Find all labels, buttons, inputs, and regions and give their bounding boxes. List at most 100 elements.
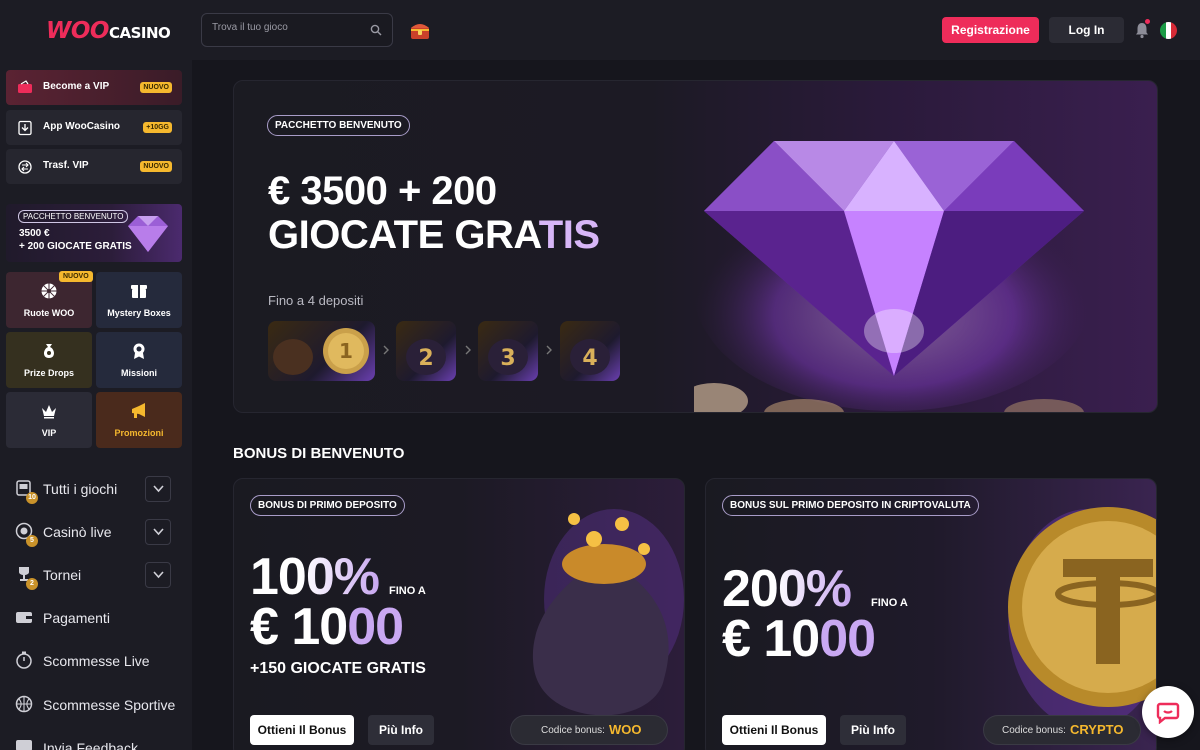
nav-label: Pagamenti	[43, 610, 110, 626]
chevron-right-icon	[465, 345, 471, 355]
count-badge: 2	[26, 578, 38, 590]
nav-tournaments[interactable]: 2 Tornei	[14, 562, 179, 590]
wallet-icon	[16, 612, 32, 623]
welcome-package-hero[interactable]: PACCHETTO BENVENUTO € 3500 + 200 GIOCATE…	[233, 80, 1158, 413]
hero-title-line2-a: GIOCATE GRA	[268, 213, 539, 257]
bonus-amount: € 1000	[722, 609, 876, 669]
login-button[interactable]: Log In	[1049, 17, 1124, 43]
bonus-code-pill[interactable]: Codice bonus: WOO	[510, 715, 668, 745]
download-icon	[18, 120, 32, 136]
bonus-amount-a: € 10	[250, 598, 348, 656]
hero-subtitle: Fino a 4 depositi	[268, 293, 364, 308]
tile-label: Missioni	[120, 368, 157, 378]
stopwatch-icon	[16, 651, 32, 669]
promo-label: Become a VIP	[43, 81, 110, 92]
search-box[interactable]	[201, 13, 393, 47]
nav-send-feedback[interactable]: Invia Feedback	[14, 735, 179, 750]
coin-bag-icon: 1	[273, 328, 369, 375]
expand-button[interactable]	[145, 476, 171, 502]
medal-icon	[133, 343, 145, 359]
tile-missions[interactable]: Missioni	[96, 332, 182, 388]
days-badge: +10GG	[143, 122, 172, 133]
register-button[interactable]: Registrazione	[942, 17, 1039, 43]
treasure-chest-icon[interactable]	[408, 18, 432, 42]
become-vip-link[interactable]: Become a VIP NUOVO	[6, 70, 182, 105]
tether-coin-image	[1008, 507, 1156, 729]
nav-label: Scommesse Sportive	[43, 697, 176, 713]
coin-bag-icon: 2	[406, 339, 446, 375]
deposit-step-3-thumbnail: 3	[478, 321, 538, 381]
banner-line1: 3500 €	[19, 228, 50, 239]
gift-box-icon	[131, 285, 147, 298]
up-to-label: FINO A	[389, 585, 426, 597]
promo-label: App WooCasino	[43, 121, 121, 132]
purple-diamond-image	[694, 141, 1094, 412]
tile-vip[interactable]: VIP	[6, 392, 92, 448]
top-header: WOOCASINO Registrazione Log In	[0, 0, 1200, 60]
crown-icon	[42, 405, 56, 419]
count-badge: 5	[26, 535, 38, 547]
free-spins-label: +150 GIOCATE GRATIS	[250, 660, 426, 677]
tile-prize-drops[interactable]: Prize Drops	[6, 332, 92, 388]
bonus-code-label: Codice bonus:	[541, 725, 605, 736]
deposit-step-2-thumbnail: 2	[396, 321, 456, 381]
bonus-code-value: WOO	[609, 722, 642, 737]
live-chat-button[interactable]	[1142, 686, 1194, 738]
bonus-tag: BONUS SUL PRIMO DEPOSITO IN CRIPTOVALUTA	[722, 495, 979, 516]
nav-label: Tutti i giochi	[43, 481, 118, 497]
expand-button[interactable]	[145, 519, 171, 545]
more-info-button[interactable]: Più Info	[840, 715, 906, 745]
app-woocasino-link[interactable]: App WooCasino +10GG	[6, 110, 182, 145]
money-bag-icon	[44, 344, 54, 358]
nav-live-betting[interactable]: Scommesse Live	[14, 648, 179, 674]
tile-label: Promozioni	[114, 428, 164, 438]
bonus-amount-b: 00	[347, 598, 404, 656]
get-bonus-button[interactable]: Ottieni Il Bonus	[250, 715, 354, 745]
tile-woo-wheels[interactable]: NUOVO Ruote WOO	[6, 271, 93, 328]
coin-bag-image	[532, 509, 684, 716]
chevron-down-icon	[153, 571, 164, 579]
tile-mystery-boxes[interactable]: Mystery Boxes	[96, 272, 182, 328]
transfer-icon	[18, 160, 32, 174]
hero-title-line1: € 3500 + 200	[268, 169, 497, 213]
nav-live-casino[interactable]: 5 Casinò live	[14, 519, 179, 547]
tile-promotions[interactable]: Promozioni	[96, 392, 182, 448]
search-input[interactable]	[212, 22, 362, 33]
bonus-card-crypto-deposit[interactable]: BONUS SUL PRIMO DEPOSITO IN CRIPTOVALUTA…	[705, 478, 1157, 750]
feedback-icon	[16, 740, 32, 750]
nav-label: Invia Feedback	[43, 740, 138, 750]
nav-sports-betting[interactable]: Scommesse Sportive	[14, 692, 179, 718]
hero-title-line2-b: TIS	[538, 213, 600, 257]
tile-label: VIP	[41, 428, 57, 438]
get-bonus-button[interactable]: Ottieni Il Bonus	[722, 715, 826, 745]
diamond-image	[128, 216, 168, 252]
welcome-package-banner[interactable]: PACCHETTO BENVENUTO 3500 € + 200 GIOCATE…	[6, 204, 182, 262]
woocasino-logo[interactable]: WOOCASINO	[46, 18, 171, 44]
vip-transfer-link[interactable]: Trasf. VIP NUOVO	[6, 149, 182, 184]
nav-label: Casinò live	[43, 524, 112, 540]
bonus-code-label: Codice bonus:	[1002, 725, 1066, 736]
bonus-card-first-deposit[interactable]: BONUS DI PRIMO DEPOSITO 100% FINO A € 10…	[233, 478, 685, 750]
section-title: BONUS DI BENVENUTO	[233, 445, 405, 462]
nav-label: Tornei	[43, 567, 82, 583]
tile-label: Prize Drops	[23, 368, 74, 378]
step-number: 1	[339, 339, 353, 363]
bonus-code-pill[interactable]: Codice bonus: CRYPTO	[983, 715, 1141, 745]
search-icon[interactable]	[370, 24, 382, 36]
tile-label: Ruote WOO	[23, 308, 75, 318]
nav-label: Scommesse Live	[43, 653, 150, 669]
nav-all-games[interactable]: 10 Tutti i giochi	[14, 476, 179, 504]
bonus-amount-a: € 10	[722, 610, 820, 668]
banner-tag: PACCHETTO BENVENUTO	[18, 210, 129, 223]
coin-bag-icon: 3	[488, 339, 528, 375]
new-badge: NUOVO	[140, 82, 172, 93]
chevron-right-icon	[546, 345, 552, 355]
expand-button[interactable]	[145, 562, 171, 588]
bonus-amount: € 1000	[250, 597, 404, 657]
italy-flag-icon[interactable]	[1160, 22, 1177, 39]
step-number: 4	[582, 346, 597, 371]
more-info-button[interactable]: Più Info	[368, 715, 434, 745]
chevron-down-icon	[153, 485, 164, 493]
up-to-label: FINO A	[871, 597, 908, 609]
nav-payments[interactable]: Pagamenti	[14, 605, 179, 631]
